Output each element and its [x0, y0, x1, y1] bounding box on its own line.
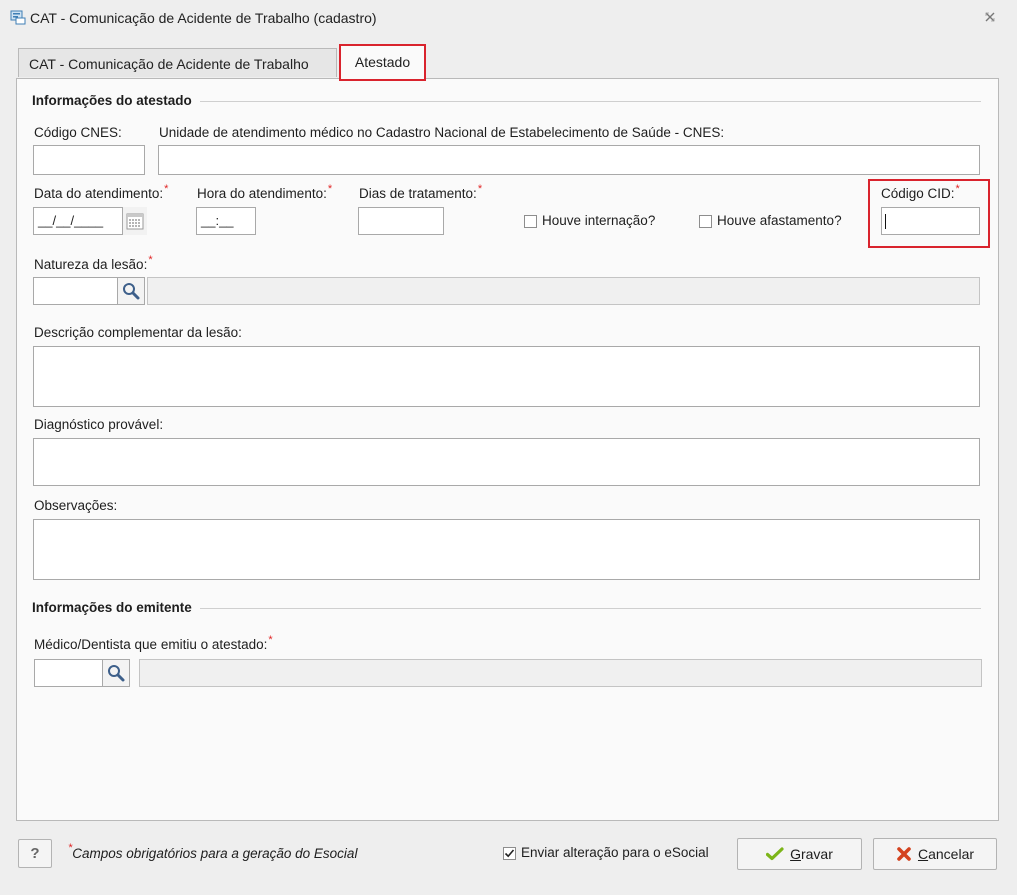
close-icon[interactable]	[983, 10, 997, 24]
diagnosis-label: Diagnóstico provável:	[34, 417, 164, 432]
text-cursor	[885, 214, 886, 229]
checkmark-icon	[504, 849, 515, 858]
save-button[interactable]: Gravar	[737, 838, 862, 870]
cnes-unit-label: Unidade de atendimento médico no Cadastr…	[159, 125, 725, 140]
diagnosis-textarea[interactable]	[33, 438, 980, 486]
notes-label: Observações:	[34, 498, 118, 513]
doctor-code-input[interactable]	[34, 659, 103, 687]
calendar-icon	[126, 213, 144, 230]
required-fields-note: *Campos obrigatórios para a geração do E…	[68, 842, 358, 861]
date-label: Data do atendimento:*	[34, 183, 169, 201]
tab-cat[interactable]: CAT - Comunicação de Acidente de Trabalh…	[18, 48, 337, 77]
search-icon	[108, 665, 125, 682]
app-window-icon	[10, 10, 26, 25]
section-title-atestado: Informações do atestado	[32, 93, 200, 108]
injury-description-label: Descrição complementar da lesão:	[34, 325, 242, 340]
search-icon	[123, 283, 140, 300]
injury-nature-code-input[interactable]	[33, 277, 118, 305]
calendar-button[interactable]	[123, 207, 147, 235]
injury-nature-description-field	[147, 277, 980, 305]
cancel-button-label: Cancelar	[917, 846, 975, 862]
save-button-label: Gravar	[790, 846, 833, 862]
doctor-label: Médico/Dentista que emitiu o atestado:*	[34, 634, 273, 652]
leave-checkbox[interactable]	[699, 215, 712, 228]
send-esocial-label: Enviar alteração para o eSocial	[521, 845, 709, 860]
send-esocial-checkbox[interactable]	[503, 847, 516, 860]
tab-atestado[interactable]: Atestado	[339, 44, 426, 81]
notes-textarea[interactable]	[33, 519, 980, 580]
help-button[interactable]: ?	[18, 839, 52, 868]
hospitalization-label: Houve internação?	[542, 213, 656, 228]
cnes-unit-input[interactable]	[158, 145, 980, 175]
treatment-days-input[interactable]	[358, 207, 444, 235]
time-label: Hora do atendimento:*	[197, 183, 333, 201]
x-icon	[897, 847, 911, 861]
cid-input[interactable]	[881, 207, 980, 235]
injury-nature-label: Natureza da lesão:*	[34, 254, 153, 272]
leave-label: Houve afastamento?	[717, 213, 842, 228]
section-title-emitente: Informações do emitente	[32, 600, 200, 615]
cnes-code-label: Código CNES:	[34, 125, 122, 140]
injury-nature-search-button[interactable]	[117, 277, 145, 305]
injury-description-textarea[interactable]	[33, 346, 980, 407]
cancel-button[interactable]: Cancelar	[873, 838, 997, 870]
time-input[interactable]: __:__	[196, 207, 256, 235]
doctor-name-field	[139, 659, 982, 687]
date-input[interactable]: __/__/____	[33, 207, 123, 235]
treatment-days-label: Dias de tratamento:*	[359, 183, 483, 201]
hospitalization-checkbox[interactable]	[524, 215, 537, 228]
doctor-search-button[interactable]	[102, 659, 130, 687]
cid-label: Código CID:*	[881, 183, 960, 201]
checkmark-icon	[766, 847, 784, 861]
cnes-code-input[interactable]	[33, 145, 145, 175]
window-title: CAT - Comunicação de Acidente de Trabalh…	[30, 10, 377, 26]
